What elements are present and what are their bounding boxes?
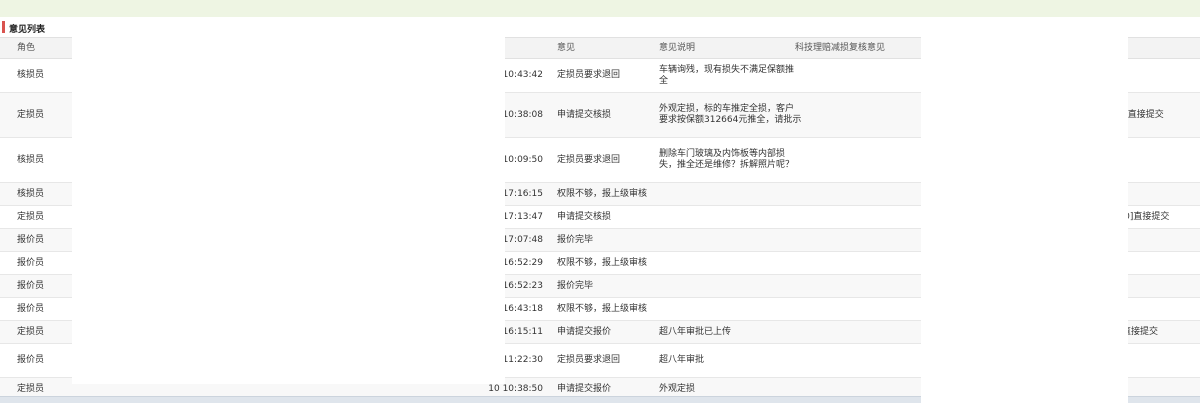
row-role: 报价员	[17, 280, 45, 291]
row-role: 报价员	[17, 303, 45, 314]
row-role: 核损员	[17, 154, 45, 165]
row-opinion: 权限不够，报上级审核	[557, 257, 648, 268]
header-description: 意见说明	[659, 42, 696, 53]
redaction-overlay-right	[921, 22, 1128, 407]
row-description	[659, 229, 802, 251]
top-band	[0, 0, 1200, 17]
row-description: 超八年审批	[659, 355, 705, 365]
header-tech-review: 科技理赔减损复核意见	[795, 42, 886, 53]
row-opinion: 报价完毕	[557, 234, 594, 245]
row-role: 核损员	[17, 188, 45, 199]
row-opinion: 定损员要求退回	[557, 70, 621, 80]
row-role: 报价员	[17, 257, 45, 268]
row-description: 删除车门玻璃及内饰板等内部损失，推全还是维修？拆解照片呢？	[659, 149, 795, 170]
row-role: 定损员	[17, 326, 45, 337]
header-opinion: 意见	[557, 42, 576, 53]
row-opinion: 权限不够，报上级审核	[557, 188, 648, 199]
row-opinion: 报价完毕	[557, 280, 594, 291]
row-description: 车辆询残，现有损失不满足保额推全	[659, 64, 795, 86]
row-description	[659, 183, 802, 205]
row-description: 超八年审批已上传	[659, 326, 732, 337]
horizontal-scrollbar-right[interactable]	[1128, 396, 1200, 403]
section-title: 意见列表	[9, 25, 46, 35]
row-description	[659, 298, 802, 320]
header-role: 角色	[17, 42, 36, 53]
horizontal-scrollbar[interactable]	[0, 396, 921, 403]
row-role: 定损员	[17, 109, 45, 120]
section-accent-bar	[2, 21, 5, 33]
row-description: 外观定损，标的车推定全损，客户要求按保额312664元推全，请批示	[659, 104, 802, 125]
row-opinion: 权限不够，报上级审核	[557, 303, 648, 314]
row-role: 核损员	[17, 70, 45, 80]
row-description	[659, 275, 802, 297]
row-opinion: 定损员要求退回	[557, 154, 621, 165]
row-opinion: 申请提交核损	[557, 211, 612, 222]
row-role: 定损员	[17, 211, 45, 222]
row-opinion: 申请提交报价	[557, 326, 612, 337]
row-role: 报价员	[17, 355, 45, 365]
row-role: 报价员	[17, 234, 45, 245]
row-opinion: 定损员要求退回	[557, 355, 621, 365]
row-description	[659, 206, 802, 228]
row-description	[659, 252, 802, 274]
redaction-overlay-left	[72, 31, 505, 384]
row-opinion: 申请提交核损	[557, 109, 612, 120]
